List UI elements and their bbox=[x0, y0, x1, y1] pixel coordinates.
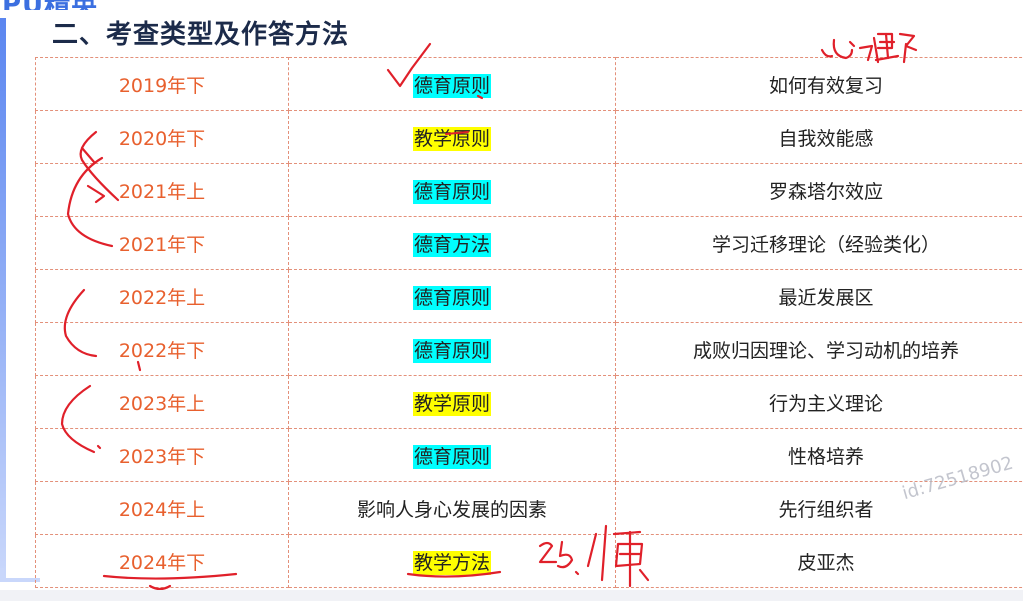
topic-label: 教学原则 bbox=[412, 126, 491, 151]
topic-cell: 教学方法 bbox=[288, 534, 616, 588]
topic-label: 德育原则 bbox=[412, 285, 491, 310]
content-cell: 最近发展区 bbox=[615, 269, 1023, 323]
topic-cell: 德育原则 bbox=[288, 163, 616, 217]
brand-logo-text: PU精英 bbox=[2, 0, 98, 10]
topic-label: 德育原则 bbox=[412, 444, 491, 469]
left-accent-bar bbox=[0, 18, 6, 578]
content-cell: 行为主义理论 bbox=[615, 375, 1023, 429]
exam-year-cell: 2021年下 bbox=[35, 216, 289, 270]
content-cell: 学习迁移理论（经验类化） bbox=[615, 216, 1023, 270]
table-row: 2023年下 德育原则 性格培养 bbox=[35, 428, 1023, 482]
exam-year-cell: 2021年上 bbox=[35, 163, 289, 217]
topic-label: 德育方法 bbox=[412, 232, 491, 257]
exam-topics-table: 2019年下 德育原则 如何有效复习 2020年下 教学原则 自我效能感 2021年上 德育原… bbox=[35, 57, 1023, 588]
exam-year-cell: 2024年上 bbox=[35, 481, 289, 535]
topic-label: 教学方法 bbox=[412, 550, 491, 575]
table-row: 2020年下 教学原则 自我效能感 bbox=[35, 110, 1023, 164]
exam-year-cell: 2020年下 bbox=[35, 110, 289, 164]
topic-label: 德育原则 bbox=[412, 73, 491, 98]
exam-year-cell: 2022年上 bbox=[35, 269, 289, 323]
table-row: 2024年上 影响人身心发展的因素 先行组织者 bbox=[35, 481, 1023, 535]
topic-label: 德育原则 bbox=[412, 179, 491, 204]
left-accent-corner bbox=[0, 568, 40, 582]
table-row: 2019年下 德育原则 如何有效复习 bbox=[35, 57, 1023, 111]
topic-cell: 影响人身心发展的因素 bbox=[288, 481, 616, 535]
exam-year-cell: 2023年上 bbox=[35, 375, 289, 429]
topic-label: 影响人身心发展的因素 bbox=[356, 498, 547, 521]
exam-year-cell: 2019年下 bbox=[35, 57, 289, 111]
table-row: 2022年下 德育原则 成败归因理论、学习动机的培养 bbox=[35, 322, 1023, 376]
topic-cell: 教学原则 bbox=[288, 375, 616, 429]
topic-cell: 德育原则 bbox=[288, 322, 616, 376]
exam-year-cell: 2023年下 bbox=[35, 428, 289, 482]
table-row: 2023年上 教学原则 行为主义理论 bbox=[35, 375, 1023, 429]
topic-cell: 德育方法 bbox=[288, 216, 616, 270]
topic-cell: 德育原则 bbox=[288, 269, 616, 323]
topic-cell: 德育原则 bbox=[288, 57, 616, 111]
exam-year-cell: 2024年下 bbox=[35, 534, 289, 588]
topic-label: 德育原则 bbox=[412, 338, 491, 363]
content-cell: 皮亚杰 bbox=[615, 534, 1023, 588]
content-cell: 罗森塔尔效应 bbox=[615, 163, 1023, 217]
table-row: 2021年上 德育原则 罗森塔尔效应 bbox=[35, 163, 1023, 217]
content-cell: 先行组织者 bbox=[615, 481, 1023, 535]
topic-cell: 教学原则 bbox=[288, 110, 616, 164]
content-cell: 自我效能感 bbox=[615, 110, 1023, 164]
topic-label: 教学原则 bbox=[412, 391, 491, 416]
exam-year-cell: 2022年下 bbox=[35, 322, 289, 376]
topic-cell: 德育原则 bbox=[288, 428, 616, 482]
table-row: 2024年下 教学方法 皮亚杰 bbox=[35, 534, 1023, 588]
section-title: 二、考查类型及作答方法 bbox=[52, 20, 350, 50]
content-cell: 如何有效复习 bbox=[615, 57, 1023, 111]
bottom-scroll-strip bbox=[0, 590, 1023, 601]
table-row: 2022年上 德育原则 最近发展区 bbox=[35, 269, 1023, 323]
content-cell: 成败归因理论、学习动机的培养 bbox=[615, 322, 1023, 376]
table-row: 2021年下 德育方法 学习迁移理论（经验类化） bbox=[35, 216, 1023, 270]
brand-logo: PU精英 bbox=[0, 0, 140, 10]
